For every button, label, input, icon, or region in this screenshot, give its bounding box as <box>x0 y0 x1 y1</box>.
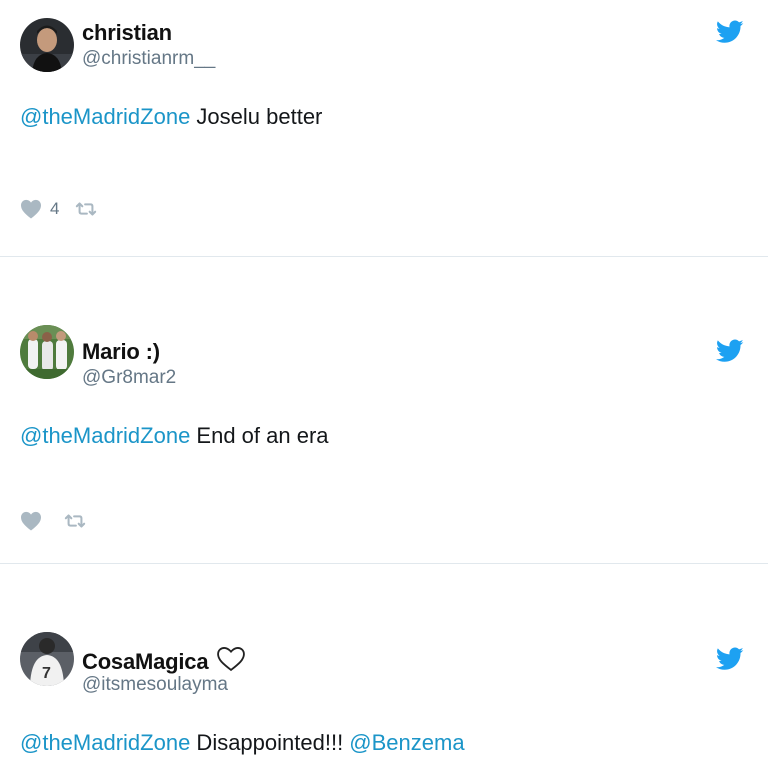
avatar-photo <box>20 18 74 72</box>
tweet-card[interactable]: 7 CosaMagica @itsmesoulayma @theMadridZo… <box>0 614 768 774</box>
heart-icon[interactable] <box>20 199 42 219</box>
tweet-actions <box>20 509 86 533</box>
avatar[interactable] <box>20 18 74 72</box>
tweet-feed: christian @christianrm__ @theMadridZone … <box>0 0 768 774</box>
tweet-text: @theMadridZone Joselu better <box>20 104 322 130</box>
display-name[interactable]: christian <box>82 20 172 46</box>
avatar[interactable] <box>20 325 74 379</box>
twitter-bird-icon[interactable] <box>716 20 744 44</box>
avatar-photo: 7 <box>20 632 74 686</box>
svg-text:7: 7 <box>42 665 51 682</box>
heart-icon[interactable] <box>20 511 42 531</box>
mention-link[interactable]: @theMadridZone <box>20 730 190 755</box>
avatar-photo <box>20 325 74 379</box>
mention-link[interactable]: @theMadridZone <box>20 104 190 129</box>
like-count: 4 <box>50 199 60 218</box>
tweet-body: Joselu better <box>190 104 323 129</box>
user-handle[interactable]: @christianrm__ <box>82 48 215 70</box>
tweet-text: @theMadridZone Disappointed!!! @Benzema <box>20 730 465 756</box>
display-name[interactable]: CosaMagica <box>82 646 246 675</box>
heart-outline-icon <box>217 646 246 672</box>
user-handle[interactable]: @Gr8mar2 <box>82 367 176 389</box>
display-name-text: CosaMagica <box>82 649 209 674</box>
mention-link[interactable]: @theMadridZone <box>20 423 190 448</box>
tweet-separator <box>0 256 768 308</box>
display-name[interactable]: Mario :) <box>82 339 160 365</box>
mention-link[interactable]: @Benzema <box>349 730 464 755</box>
user-handle[interactable]: @itsmesoulayma <box>82 674 228 696</box>
tweet-actions: 4 <box>20 197 97 221</box>
twitter-bird-icon[interactable] <box>716 647 744 671</box>
retweet-icon[interactable] <box>75 201 97 217</box>
tweet-body: Disappointed!!! <box>190 730 350 755</box>
tweet-text: @theMadridZone End of an era <box>20 423 329 449</box>
tweet-card[interactable]: christian @christianrm__ @theMadridZone … <box>0 0 768 256</box>
tweet-separator <box>0 563 768 615</box>
tweet-body: End of an era <box>190 423 329 448</box>
avatar[interactable]: 7 <box>20 632 74 686</box>
twitter-bird-icon[interactable] <box>716 339 744 363</box>
tweet-card[interactable]: Mario :) @Gr8mar2 @theMadridZone End of … <box>0 307 768 563</box>
retweet-icon[interactable] <box>64 513 86 529</box>
